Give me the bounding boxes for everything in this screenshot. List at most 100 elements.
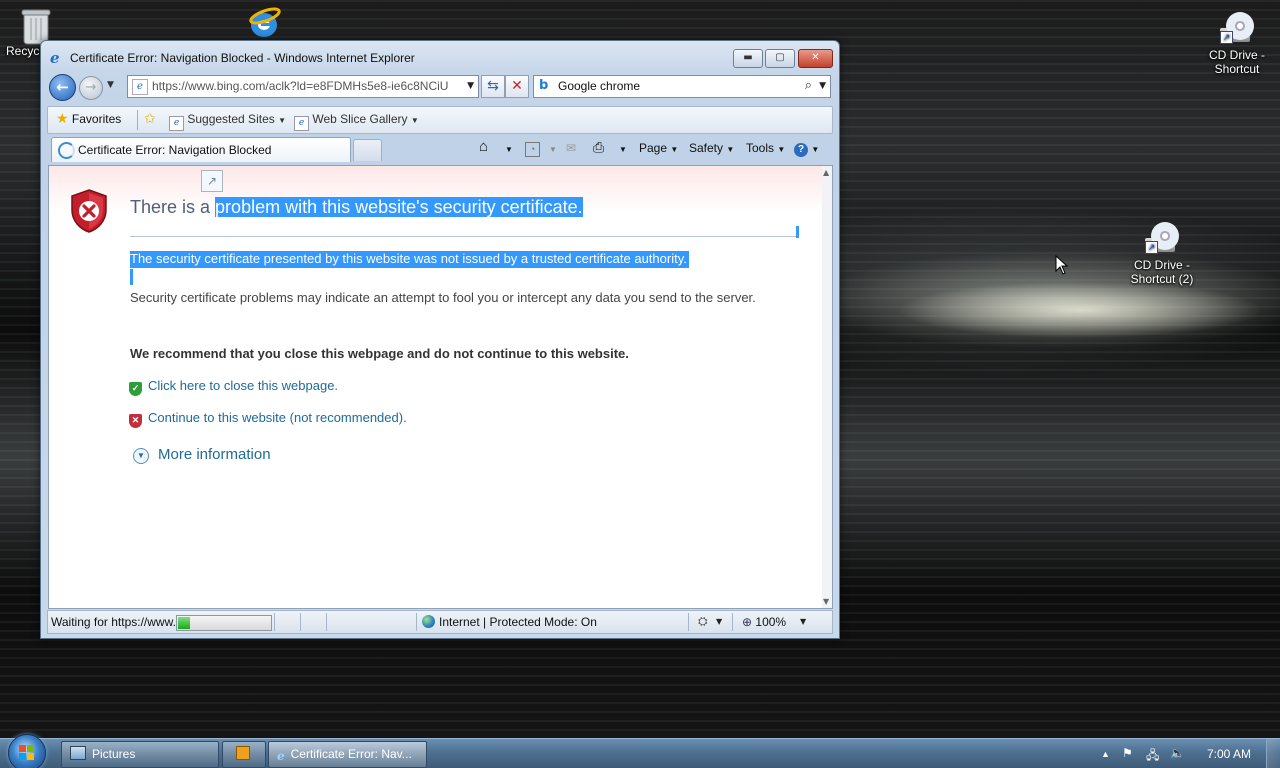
show-hidden-icons-icon[interactable]: ▲ bbox=[1101, 749, 1110, 759]
favorites-button[interactable]: ★ Favorites bbox=[56, 110, 121, 127]
media-player-icon bbox=[236, 746, 250, 760]
cd-drive-icon: ↗ bbox=[1220, 10, 1254, 44]
status-bar: Waiting for https://www.bing.com/aclk In… bbox=[47, 610, 833, 634]
desktop-icon-label: CD Drive - Shortcut bbox=[1209, 48, 1265, 76]
security-shield-error-icon bbox=[71, 189, 107, 233]
maximize-button[interactable]: ▢ bbox=[765, 49, 795, 68]
minimize-button[interactable]: ▬ bbox=[733, 49, 763, 68]
address-input[interactable]: https://www.bing.com/aclk?ld=e8FDMHs5e8-… bbox=[152, 79, 454, 93]
desktop-icon-cd-drive-shortcut[interactable]: ↗ CD Drive - Shortcut bbox=[1199, 10, 1275, 76]
new-tab-button[interactable] bbox=[353, 139, 382, 161]
taskbar-button-ie[interactable]: e Certificate Error: Nav... bbox=[268, 741, 427, 768]
back-button[interactable]: ← bbox=[49, 74, 76, 101]
shortcut-arrow-icon: ↗ bbox=[1145, 241, 1158, 254]
title-bar[interactable]: e Certificate Error: Navigation Blocked … bbox=[41, 41, 839, 71]
volume-muted-icon[interactable]: 🔈 bbox=[1170, 746, 1185, 760]
divider bbox=[130, 236, 798, 237]
mouse-cursor-icon bbox=[1055, 255, 1069, 275]
stop-button[interactable]: ✕ bbox=[505, 75, 529, 98]
feeds-icon[interactable]: ◔ bbox=[525, 142, 540, 157]
ie-logo-icon: e bbox=[50, 49, 60, 67]
refresh-button[interactable]: ⇆ bbox=[481, 75, 505, 98]
action-center-flag-icon[interactable]: ⚑ bbox=[1122, 746, 1133, 760]
loading-icon bbox=[58, 142, 75, 159]
page-favicon-icon: e bbox=[132, 79, 148, 95]
print-icon[interactable]: ⎙ bbox=[593, 139, 604, 156]
suggested-sites-label: Suggested Sites bbox=[187, 112, 275, 126]
more-information-label[interactable]: More information bbox=[158, 446, 271, 463]
taskbar: Pictures e Certificate Error: Nav... ▲ ⚑ … bbox=[0, 734, 1280, 768]
feeds-dropdown-icon[interactable]: ▼ bbox=[549, 141, 557, 155]
page-menu-label: Page bbox=[639, 141, 668, 155]
tab-certificate-error[interactable]: Certificate Error: Navigation Blocked bbox=[51, 137, 351, 162]
scroll-down-icon[interactable]: ▼ bbox=[823, 597, 829, 606]
scroll-up-icon[interactable]: ▲ bbox=[823, 168, 829, 177]
address-dropdown-icon[interactable]: ▼ bbox=[467, 81, 474, 91]
continue-link-text[interactable]: Continue to this website (not recommende… bbox=[148, 410, 407, 425]
taskbar-button-media-player[interactable] bbox=[222, 741, 266, 768]
vertical-scrollbar[interactable]: ▲ ▼ bbox=[822, 165, 833, 609]
taskbar-button-label: Certificate Error: Nav... bbox=[290, 747, 412, 761]
zoom-icon: ⊕ bbox=[742, 615, 753, 629]
tools-menu-label: Tools bbox=[746, 141, 775, 155]
home-icon[interactable]: ⌂ bbox=[479, 138, 488, 155]
address-bar[interactable]: e https://www.bing.com/aclk?ld=e8FDMHs5e… bbox=[127, 75, 479, 98]
globe-icon bbox=[422, 615, 435, 628]
status-text: Waiting for https://www.bing.com/aclk bbox=[51, 615, 175, 629]
selection-marker bbox=[130, 269, 133, 285]
tab-label: Certificate Error: Navigation Blocked bbox=[78, 143, 272, 157]
shortcut-arrow-icon: ↗ bbox=[1220, 31, 1233, 44]
recommendation-text: We recommend that you close this webpage… bbox=[130, 346, 629, 361]
suggested-sites-button[interactable]: e Suggested Sites ▼ bbox=[169, 112, 286, 131]
forward-button[interactable]: → bbox=[79, 76, 103, 100]
green-shield-check-icon: ✓ bbox=[129, 382, 142, 396]
safety-menu[interactable]: Safety ▼ bbox=[689, 141, 734, 155]
desktop-icon-label: CD Drive - Shortcut (2) bbox=[1130, 258, 1194, 286]
close-button[interactable]: ✕ bbox=[798, 49, 833, 68]
favorites-bar: ★ Favorites ✩ e Suggested Sites ▼ e Web … bbox=[47, 106, 833, 134]
web-slice-gallery-button[interactable]: e Web Slice Gallery ▼ bbox=[294, 112, 419, 131]
red-shield-x-icon: ✕ bbox=[129, 414, 142, 428]
search-dropdown-icon[interactable]: ▼ bbox=[819, 81, 826, 91]
search-icon[interactable]: ⌕ bbox=[805, 78, 812, 93]
bing-icon: b bbox=[539, 78, 549, 93]
progress-fill bbox=[178, 617, 191, 629]
headline-selected-text: problem with this website's security cer… bbox=[215, 197, 583, 217]
ie-page-icon: e bbox=[294, 116, 309, 131]
search-box[interactable]: b Google chrome ⌕ ▼ bbox=[533, 75, 831, 98]
popup-blocker-dropdown-icon[interactable]: ▼ bbox=[716, 617, 722, 626]
start-button[interactable] bbox=[8, 734, 46, 768]
search-input[interactable]: Google chrome bbox=[558, 79, 640, 93]
loading-progress-bar bbox=[176, 615, 272, 631]
more-information-toggle[interactable]: ▼ More information bbox=[133, 446, 271, 464]
read-mail-icon[interactable]: ✉ bbox=[566, 141, 576, 155]
popup-blocker-icon[interactable]: ⛭ bbox=[698, 614, 708, 629]
expand-chevron-icon: ▼ bbox=[133, 448, 149, 464]
taskbar-button-pictures[interactable]: Pictures bbox=[61, 741, 219, 768]
history-dropdown-icon[interactable]: ▼ bbox=[107, 80, 114, 90]
continue-to-website-link[interactable]: ✕ Continue to this website (not recommend… bbox=[129, 410, 407, 428]
desktop-icon-internet-explorer[interactable] bbox=[226, 6, 302, 44]
close-webpage-link-text[interactable]: Click here to close this webpage. bbox=[148, 378, 338, 393]
show-desktop-button[interactable] bbox=[1266, 739, 1280, 768]
ie-page-icon: e bbox=[169, 116, 184, 131]
home-dropdown-icon[interactable]: ▼ bbox=[505, 141, 513, 155]
zoom-control[interactable]: ⊕ 100% bbox=[742, 615, 786, 629]
windows-logo-icon bbox=[19, 745, 35, 761]
page-menu[interactable]: Page ▼ bbox=[639, 141, 678, 155]
desktop-icon-cd-drive-shortcut-2[interactable]: ↗ CD Drive - Shortcut (2) bbox=[1124, 220, 1200, 286]
add-to-favorites-icon[interactable]: ✩ bbox=[144, 110, 156, 127]
close-webpage-link[interactable]: ✓ Click here to close this webpage. bbox=[129, 378, 338, 396]
safety-menu-label: Safety bbox=[689, 141, 724, 155]
security-zone[interactable]: Internet | Protected Mode: On bbox=[422, 615, 597, 629]
system-clock[interactable]: 7:00 AM bbox=[1207, 747, 1251, 761]
page-content: ↗ There is a problem with this website's… bbox=[48, 165, 824, 609]
print-dropdown-icon[interactable]: ▼ bbox=[619, 141, 627, 155]
help-menu[interactable]: ? ▼ bbox=[794, 141, 819, 157]
zoom-dropdown-icon[interactable]: ▼ bbox=[800, 617, 806, 626]
tools-menu[interactable]: Tools ▼ bbox=[746, 141, 785, 155]
network-icon[interactable]: 🖧 bbox=[1146, 746, 1159, 767]
web-slice-gallery-label: Web Slice Gallery bbox=[312, 112, 408, 126]
page-headline: There is a problem with this website's s… bbox=[130, 197, 583, 218]
tab-and-command-row: Certificate Error: Navigation Blocked ⌂ … bbox=[47, 135, 833, 163]
